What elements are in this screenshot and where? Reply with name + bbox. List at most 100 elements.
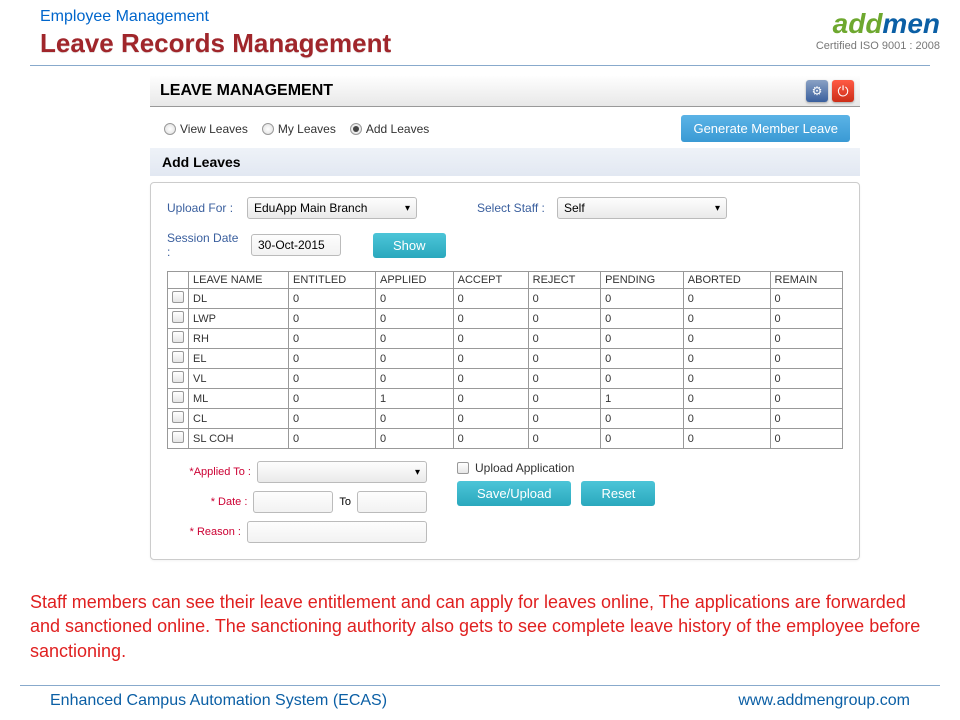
- cell-applied: 1: [376, 389, 454, 409]
- th-pending: PENDING: [601, 272, 684, 289]
- cell-entitled: 0: [289, 389, 376, 409]
- footer: Enhanced Campus Automation System (ECAS)…: [20, 685, 940, 710]
- cell-aborted: 0: [683, 369, 770, 389]
- cell-pending: 0: [601, 429, 684, 449]
- cell-reject: 0: [528, 409, 600, 429]
- cell-leave-name: LWP: [189, 309, 289, 329]
- upload-for-label: Upload For :: [167, 201, 237, 215]
- date-to-input[interactable]: [357, 491, 427, 513]
- cell-entitled: 0: [289, 289, 376, 309]
- row-checkbox-cell[interactable]: [168, 369, 189, 389]
- cell-applied: 0: [376, 329, 454, 349]
- applied-to-select[interactable]: [257, 461, 427, 483]
- select-value: Self: [564, 201, 585, 215]
- th-aborted: ABORTED: [683, 272, 770, 289]
- checkbox-icon: [172, 291, 184, 303]
- form-card: Upload For : EduApp Main Branch Select S…: [150, 182, 860, 560]
- row-checkbox-cell[interactable]: [168, 309, 189, 329]
- upload-app-label: Upload Application: [475, 461, 574, 475]
- row-checkbox-cell[interactable]: [168, 389, 189, 409]
- cell-leave-name: ML: [189, 389, 289, 409]
- footer-right: www.addmengroup.com: [738, 692, 910, 710]
- logo-part1: add: [833, 8, 883, 39]
- upload-for-select[interactable]: EduApp Main Branch: [247, 197, 417, 219]
- cell-accept: 0: [453, 349, 528, 369]
- save-upload-button[interactable]: Save/Upload: [457, 481, 571, 506]
- cell-leave-name: RH: [189, 329, 289, 349]
- cell-remain: 0: [770, 329, 843, 349]
- checkbox-icon: [172, 371, 184, 383]
- cell-leave-name: DL: [189, 289, 289, 309]
- leave-panel: LEAVE MANAGEMENT ⚙ ⏻ View Leaves My Leav…: [150, 76, 860, 560]
- checkbox-icon: [172, 431, 184, 443]
- th-entitled: ENTITLED: [289, 272, 376, 289]
- table-row: DL0000000: [168, 289, 843, 309]
- th-accept: ACCEPT: [453, 272, 528, 289]
- session-date-label: Session Date :: [167, 231, 241, 259]
- applied-to-label: *Applied To :: [177, 466, 251, 478]
- reset-button[interactable]: Reset: [581, 481, 655, 506]
- cell-accept: 0: [453, 289, 528, 309]
- cell-pending: 1: [601, 389, 684, 409]
- radio-icon: [350, 123, 362, 135]
- tab-label: View Leaves: [180, 122, 248, 136]
- th-applied: APPLIED: [376, 272, 454, 289]
- radio-icon: [262, 123, 274, 135]
- apply-form: *Applied To : * Date : To * Reason :: [167, 461, 843, 543]
- view-radios: View Leaves My Leaves Add Leaves: [164, 122, 429, 136]
- cell-pending: 0: [601, 349, 684, 369]
- date-from-input[interactable]: [253, 491, 333, 513]
- row-checkbox-cell[interactable]: [168, 429, 189, 449]
- leave-table: LEAVE NAME ENTITLED APPLIED ACCEPT REJEC…: [167, 271, 843, 449]
- generate-member-leave-button[interactable]: Generate Member Leave: [681, 115, 850, 142]
- cell-accept: 0: [453, 309, 528, 329]
- cell-entitled: 0: [289, 369, 376, 389]
- row-checkbox-cell[interactable]: [168, 409, 189, 429]
- cell-leave-name: CL: [189, 409, 289, 429]
- cell-accept: 0: [453, 369, 528, 389]
- header-divider: [30, 65, 930, 66]
- th-remain: REMAIN: [770, 272, 843, 289]
- upload-application-checkbox[interactable]: Upload Application: [457, 461, 655, 475]
- cell-reject: 0: [528, 349, 600, 369]
- row-checkbox-cell[interactable]: [168, 349, 189, 369]
- cell-aborted: 0: [683, 429, 770, 449]
- row-checkbox-cell[interactable]: [168, 289, 189, 309]
- cell-entitled: 0: [289, 429, 376, 449]
- cell-leave-name: EL: [189, 349, 289, 369]
- tab-add-leaves[interactable]: Add Leaves: [350, 122, 429, 136]
- cell-remain: 0: [770, 389, 843, 409]
- cell-remain: 0: [770, 309, 843, 329]
- cell-applied: 0: [376, 349, 454, 369]
- reason-label: * Reason :: [167, 526, 241, 538]
- cell-reject: 0: [528, 369, 600, 389]
- panel-title: LEAVE MANAGEMENT: [150, 82, 333, 100]
- cell-remain: 0: [770, 409, 843, 429]
- select-staff-select[interactable]: Self: [557, 197, 727, 219]
- row-checkbox-cell[interactable]: [168, 329, 189, 349]
- cell-applied: 0: [376, 429, 454, 449]
- table-row: EL0000000: [168, 349, 843, 369]
- cell-aborted: 0: [683, 309, 770, 329]
- panel-header: LEAVE MANAGEMENT ⚙ ⏻: [150, 76, 860, 107]
- tab-my-leaves[interactable]: My Leaves: [262, 122, 336, 136]
- cell-aborted: 0: [683, 389, 770, 409]
- tab-view-leaves[interactable]: View Leaves: [164, 122, 248, 136]
- select-staff-label: Select Staff :: [477, 201, 547, 215]
- cell-pending: 0: [601, 309, 684, 329]
- tab-label: Add Leaves: [366, 122, 429, 136]
- settings-icon[interactable]: ⚙: [806, 80, 828, 102]
- table-row: LWP0000000: [168, 309, 843, 329]
- cell-remain: 0: [770, 289, 843, 309]
- cell-accept: 0: [453, 329, 528, 349]
- reason-input[interactable]: [247, 521, 427, 543]
- cell-aborted: 0: [683, 329, 770, 349]
- session-date-input[interactable]: 30-Oct-2015: [251, 234, 341, 256]
- cell-pending: 0: [601, 409, 684, 429]
- cell-aborted: 0: [683, 289, 770, 309]
- show-button[interactable]: Show: [373, 233, 446, 258]
- table-row: CL0000000: [168, 409, 843, 429]
- checkbox-icon: [172, 411, 184, 423]
- cell-pending: 0: [601, 369, 684, 389]
- power-icon[interactable]: ⏻: [832, 80, 854, 102]
